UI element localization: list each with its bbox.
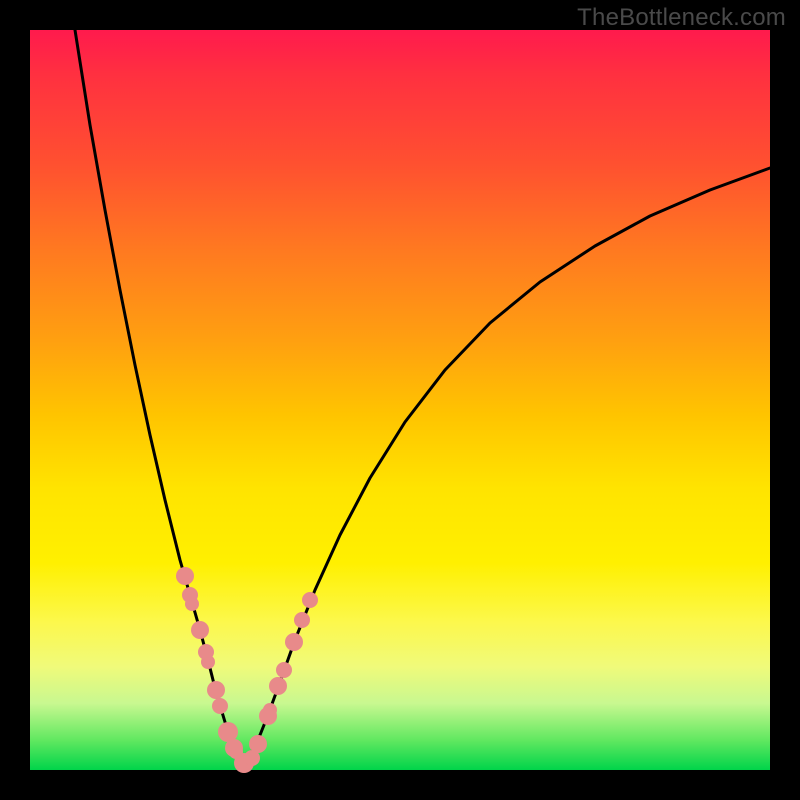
dot <box>218 722 238 742</box>
dot <box>249 735 267 753</box>
dot <box>176 567 194 585</box>
dot <box>207 681 225 699</box>
highlighted-dots <box>176 567 318 773</box>
dot <box>294 612 310 628</box>
dot <box>302 592 318 608</box>
dot <box>263 703 277 717</box>
dot <box>285 633 303 651</box>
dot <box>191 621 209 639</box>
curve-right-branch <box>243 168 770 763</box>
dot <box>185 597 199 611</box>
curve-svg <box>30 30 770 770</box>
dot <box>269 677 287 695</box>
dot <box>201 655 215 669</box>
dot <box>212 698 228 714</box>
plot-area <box>30 30 770 770</box>
chart-frame: TheBottleneck.com <box>0 0 800 800</box>
curve-left-branch <box>75 30 243 763</box>
watermark-text: TheBottleneck.com <box>577 4 786 32</box>
dot <box>276 662 292 678</box>
